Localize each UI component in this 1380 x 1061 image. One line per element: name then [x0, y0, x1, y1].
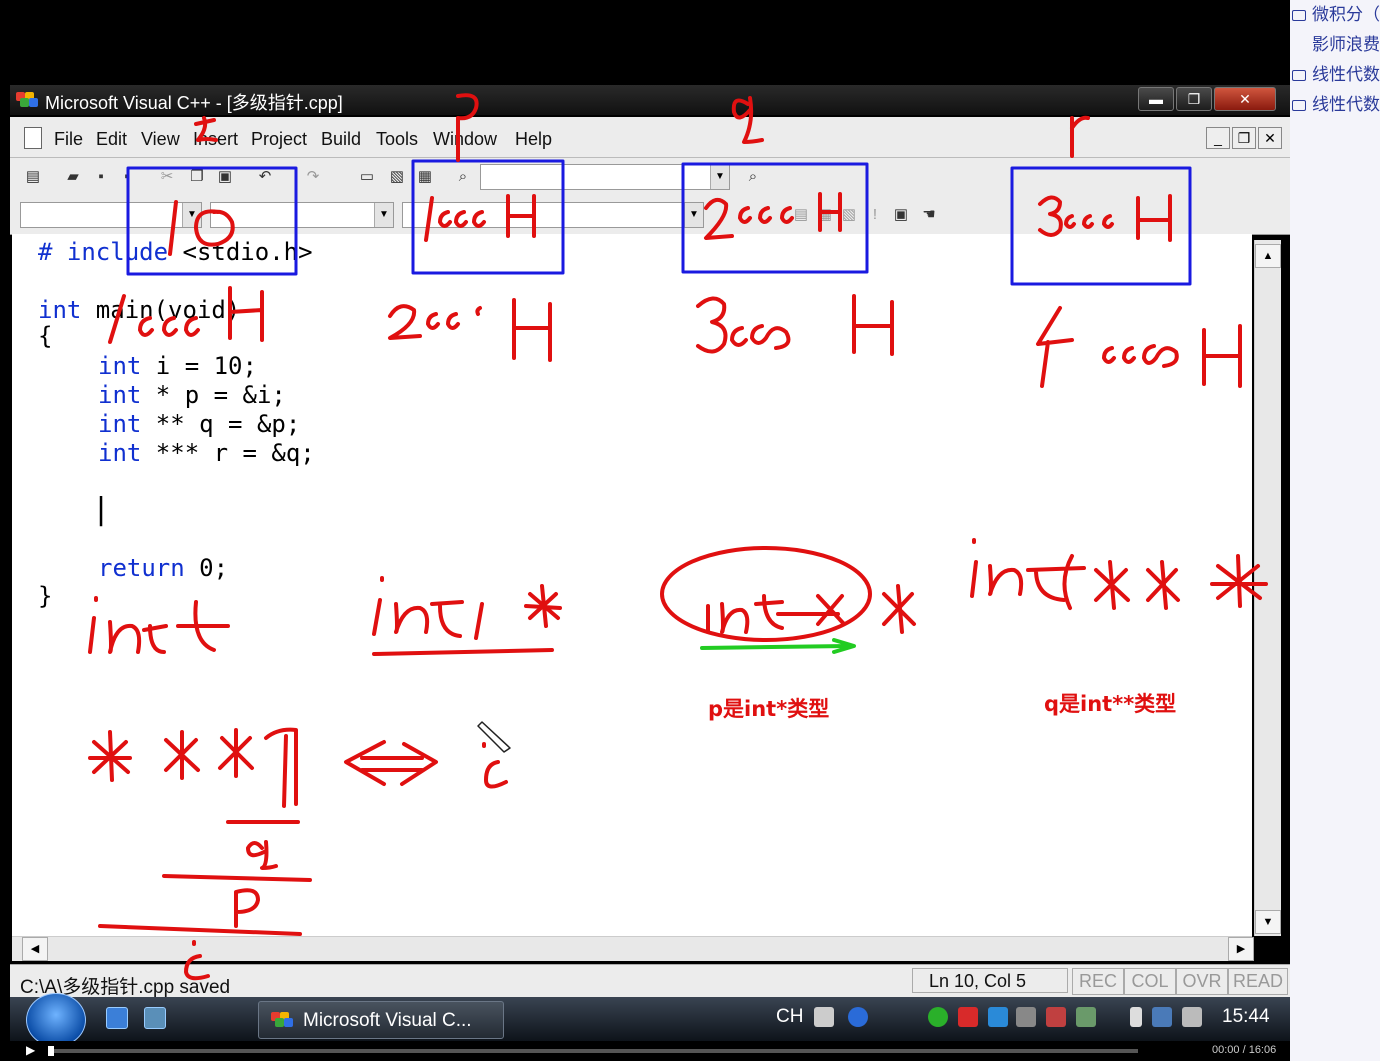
- memory-box-r: [1010, 166, 1192, 286]
- progress-bar[interactable]: [48, 1046, 1138, 1056]
- language-indicator[interactable]: CH: [776, 1006, 803, 1028]
- caption-q-type: q是int**类型: [1044, 692, 1177, 716]
- side-panel-item-4[interactable]: 线性代数: [1292, 90, 1380, 115]
- type-int-ptr-ptr: [706, 584, 916, 634]
- network-app-icon[interactable]: [988, 1007, 1008, 1027]
- side-panel-item-2[interactable]: 影师浪费: [1312, 30, 1380, 55]
- visual-cpp-icon: [271, 1012, 293, 1028]
- label-r: [1070, 115, 1090, 158]
- address-2000H: [388, 298, 552, 362]
- type-int-ptr: [372, 576, 562, 640]
- ink-annotations: [88, 93, 1268, 981]
- tree-i: [184, 940, 210, 981]
- folder-icon: [1292, 9, 1306, 21]
- label-p: [456, 93, 479, 162]
- green-status-icon[interactable]: [928, 1007, 948, 1027]
- battery-icon[interactable]: [1130, 1007, 1142, 1027]
- circle-int-ptr: [660, 546, 872, 642]
- type-int: [88, 596, 230, 654]
- value-3000H: [1038, 194, 1172, 242]
- switch-windows-icon[interactable]: [144, 1007, 166, 1029]
- address-1000H: [108, 286, 264, 344]
- side-panel: 微积分（ 影师浪费 线性代数 线性代数: [1290, 0, 1380, 1061]
- address-4000H: [1036, 306, 1242, 388]
- address-3000H: [696, 294, 894, 356]
- taskbar-app-visual-cpp[interactable]: Microsoft Visual C...: [258, 1001, 504, 1039]
- underline-int-ptr: [372, 648, 554, 656]
- network-icon[interactable]: [1152, 1007, 1172, 1027]
- security-shield-icon[interactable]: [958, 1007, 978, 1027]
- progress-handle[interactable]: [48, 1046, 54, 1056]
- memory-box-p: [411, 159, 565, 275]
- volume-icon[interactable]: [1182, 1007, 1202, 1027]
- tree-q: [246, 840, 278, 870]
- tree-p: [234, 888, 260, 928]
- video-player-bar: ▶ 00:00 / 16:06: [0, 1041, 1290, 1061]
- clock: 15:44: [1222, 1006, 1270, 1027]
- app-tray-icon[interactable]: [1046, 1007, 1066, 1027]
- tree-line-3: [98, 924, 302, 936]
- start-button[interactable]: [26, 993, 86, 1047]
- keyboard-icon[interactable]: [814, 1007, 834, 1027]
- signal-icon[interactable]: [1016, 1007, 1036, 1027]
- value-10: [168, 200, 235, 256]
- monitor-icon[interactable]: [1076, 1007, 1096, 1027]
- side-panel-item-1[interactable]: 微积分（: [1292, 0, 1380, 25]
- label-i: [194, 116, 218, 142]
- taskbar-app-label: Microsoft Visual C...: [303, 1010, 472, 1031]
- play-icon[interactable]: ▶: [26, 1043, 35, 1057]
- folder-icon: [1292, 69, 1306, 81]
- deref-expression: [88, 727, 298, 808]
- value-1000H: [424, 194, 536, 242]
- help-icon[interactable]: [848, 1007, 868, 1027]
- tree-line-2: [162, 874, 312, 882]
- side-panel-item-3[interactable]: 线性代数: [1292, 60, 1380, 85]
- type-int-ptr-ptr-ptr: [970, 538, 1268, 610]
- value-2000H: [704, 192, 842, 240]
- green-underline: [700, 638, 856, 654]
- player-time: 00:00 / 16:06: [1212, 1044, 1277, 1056]
- folder-icon: [1292, 99, 1306, 111]
- label-q: [731, 96, 764, 144]
- show-desktop-icon[interactable]: [106, 1007, 128, 1029]
- taskbar: Microsoft Visual C... CH 15:44: [10, 993, 1290, 1047]
- equivalent-arrow: [344, 740, 438, 786]
- memory-box-i: [126, 166, 298, 276]
- caption-p-type: p是int*类型: [708, 697, 830, 721]
